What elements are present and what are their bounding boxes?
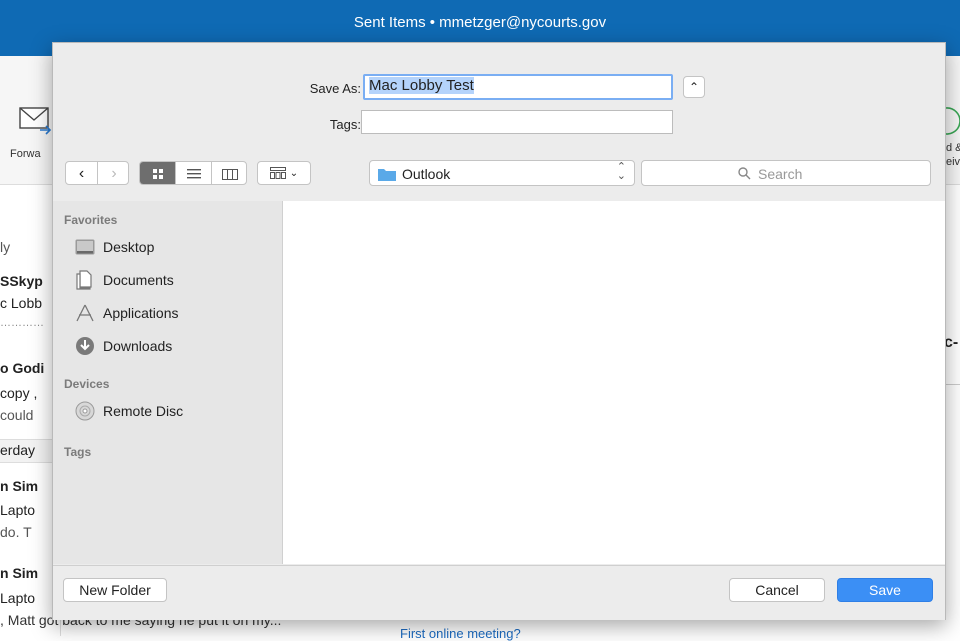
column-view-button[interactable] — [212, 162, 246, 184]
send-receive-label-1: d & — [946, 142, 960, 154]
remote-disc-icon — [75, 401, 95, 421]
window-title: Sent Items • mmetzger@nycourts.gov — [353, 14, 607, 31]
sidebar-item-label: Remote Disc — [103, 403, 184, 419]
new-folder-button[interactable]: New Folder — [63, 578, 167, 602]
dialog-footer: New Folder Cancel Save — [53, 565, 945, 620]
save-button[interactable]: Save — [837, 578, 933, 602]
save-dialog: Save As: Mac Lobby Test ⌃ Tags: ‹ › ⌄ Ou… — [52, 42, 946, 620]
tags-label: Tags: — [329, 117, 361, 132]
back-forward-control[interactable]: ‹ › — [65, 161, 129, 185]
forward-icon[interactable] — [18, 104, 54, 141]
favorites-header: Favorites — [64, 213, 118, 227]
cancel-button[interactable]: Cancel — [729, 578, 825, 602]
columns-icon — [222, 168, 238, 180]
back-button[interactable]: ‹ — [66, 162, 98, 184]
sidebar-item-documents[interactable]: Documents — [75, 268, 174, 292]
file-browser[interactable] — [283, 201, 945, 564]
divider — [944, 384, 960, 385]
sidebar-item-label: Downloads — [103, 338, 173, 354]
chevron-up-icon: ⌃ — [688, 80, 700, 94]
reading-pane-heading: c- — [944, 334, 959, 351]
updown-chevron-icon: ⌃ ⌄ — [616, 161, 626, 182]
chevron-right-icon: › — [111, 165, 117, 182]
grid-icon — [152, 169, 163, 179]
sidebar-item-desktop[interactable]: Desktop — [75, 235, 154, 259]
list-view-button[interactable] — [176, 162, 212, 184]
sidebar-item-label: Applications — [103, 305, 179, 321]
sidebar-item-remote-disc[interactable]: Remote Disc — [75, 399, 183, 423]
icon-view-button[interactable] — [140, 162, 176, 184]
save-as-field[interactable]: Mac Lobby Test — [363, 74, 673, 100]
list-icon — [186, 169, 201, 179]
devices-header: Devices — [64, 377, 110, 391]
folder-icon — [378, 169, 396, 181]
save-as-label: Save As: — [309, 81, 361, 96]
view-mode-control[interactable] — [139, 161, 247, 185]
documents-icon — [75, 270, 95, 290]
arrange-icon — [269, 167, 286, 179]
tags-header: Tags — [64, 445, 92, 459]
sidebar-item-downloads[interactable]: Downloads — [75, 334, 172, 358]
sidebar: Favorites Desktop Documents Applications… — [53, 201, 283, 564]
arrange-button[interactable]: ⌄ — [257, 161, 311, 185]
sidebar-item-label: Documents — [103, 272, 174, 288]
search-icon — [738, 167, 751, 180]
search-field[interactable]: Search — [641, 160, 931, 186]
chevron-left-icon: ‹ — [78, 165, 85, 182]
send-receive-label-2: eive — [946, 156, 960, 168]
sidebar-item-applications[interactable]: Applications — [75, 301, 179, 325]
forward-nav-button[interactable]: › — [98, 162, 128, 184]
reading-pane-link[interactable]: First online meeting? — [400, 626, 521, 641]
collapse-button[interactable]: ⌃ — [683, 76, 705, 98]
desktop-icon — [75, 237, 95, 257]
tags-field[interactable] — [361, 110, 673, 134]
save-as-value: Mac Lobby Test — [369, 77, 474, 94]
downloads-icon — [75, 336, 95, 356]
search-placeholder: Search — [758, 166, 803, 182]
location-value: Outlook — [402, 166, 451, 182]
chevron-down-icon: ⌄ — [289, 167, 299, 179]
forward-button-label[interactable]: Forwa — [10, 148, 41, 160]
sidebar-item-label: Desktop — [103, 239, 155, 255]
applications-icon — [75, 303, 95, 323]
location-popup[interactable]: Outlook ⌃ ⌄ — [369, 160, 635, 186]
